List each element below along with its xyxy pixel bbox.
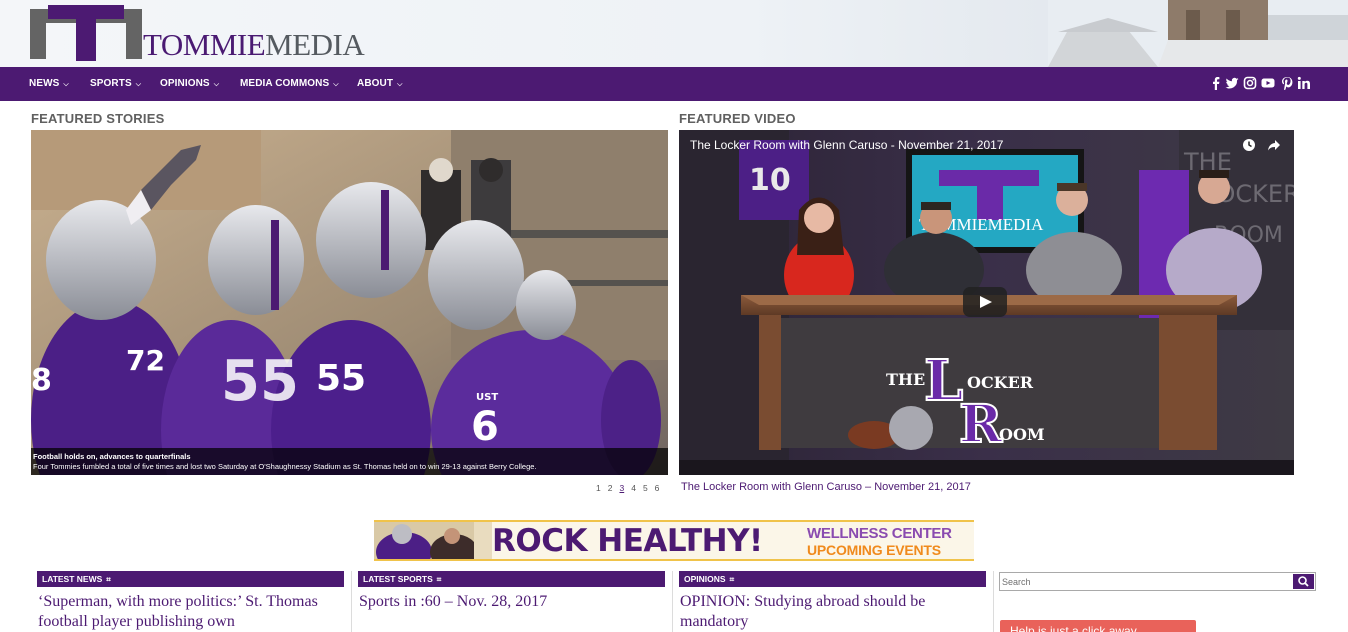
nav-label: ABOUT (357, 78, 394, 89)
featured-story-caption: Football holds on, advances to quarterfi… (31, 448, 668, 475)
svg-text:55: 55 (316, 358, 366, 399)
featured-stories-heading: FEATURED STORIES (31, 111, 165, 126)
chevron-down-icon: ⌵ (135, 81, 142, 88)
latest-news-heading[interactable]: LATEST NEWS ⌗ (37, 571, 344, 587)
page-link-active[interactable]: 3 (619, 483, 624, 493)
rss-icon[interactable]: ⌗ (106, 575, 111, 584)
svg-text:6: 6 (471, 404, 499, 450)
featured-video-link[interactable]: The Locker Room with Glenn Caruso – Nove… (681, 481, 971, 493)
nav-item-opinions[interactable]: OPINIONS ⌵ (160, 67, 219, 101)
nav-item-news[interactable]: NEWS ⌵ (29, 67, 69, 101)
svg-text:72: 72 (126, 344, 165, 377)
search-input[interactable] (1002, 574, 1287, 589)
main-navigation: NEWS ⌵ SPORTS ⌵ OPINIONS ⌵ MEDIA COMMONS ⌵ A… (0, 67, 1348, 101)
page-link[interactable]: 6 (655, 483, 660, 493)
featured-story-photo: 55 55 72 6 UST 8 (31, 130, 668, 475)
chevron-down-icon: ⌵ (333, 81, 339, 88)
banner-photo (374, 522, 492, 559)
page-link[interactable]: 1 (596, 483, 601, 493)
svg-text:8: 8 (31, 363, 52, 398)
video-title[interactable]: The Locker Room with Glenn Caruso - Nove… (690, 138, 1003, 152)
video-player[interactable]: THE LOCKER ROOM 10 TOMMIEMEDIA THE L OCK… (679, 130, 1294, 475)
column-heading-label: OPINIONS (684, 574, 726, 584)
nav-item-sports[interactable]: SPORTS ⌵ (90, 67, 141, 101)
column-divider (993, 571, 994, 632)
featured-video-heading: FEATURED VIDEO (679, 111, 796, 126)
chevron-down-icon: ⌵ (63, 81, 69, 88)
banner-headline: ROCK HEALTHY! (492, 523, 763, 559)
featured-story-slide[interactable]: 55 55 72 6 UST 8 Football holds on, adva… (31, 130, 668, 475)
svg-text:10: 10 (749, 163, 791, 198)
rss-icon[interactable]: ⌗ (730, 575, 735, 584)
opinions-headline[interactable]: OPINION: Studying abroad should be manda… (680, 592, 980, 632)
search-box (999, 572, 1316, 591)
tommiemedia-logo-mark (30, 5, 142, 61)
search-button[interactable] (1293, 574, 1314, 589)
column-divider (672, 571, 673, 632)
rock-healthy-banner[interactable]: ROCK HEALTHY! WELLNESS CENTER UPCOMING E… (374, 520, 974, 561)
column-heading-label: LATEST SPORTS (363, 574, 433, 584)
nav-label: MEDIA COMMONS (240, 78, 330, 89)
latest-news-headline[interactable]: ‘Superman, with more politics:’ St. Thom… (38, 592, 338, 632)
banner-line-1: WELLNESS CENTER (807, 525, 952, 542)
featured-story-title[interactable]: Football holds on, advances to quarterfi… (33, 452, 666, 462)
svg-text:L: L (924, 348, 963, 414)
site-logo[interactable]: TOMMIEMEDIA (30, 5, 365, 63)
share-icon[interactable] (1267, 138, 1281, 152)
column-divider (351, 571, 352, 632)
desk-text: OOM (999, 425, 1045, 444)
svg-text:R: R (959, 394, 1003, 455)
opinions-heading[interactable]: OPINIONS ⌗ (679, 571, 986, 587)
search-icon (1298, 576, 1309, 587)
desk-text: OCKER (967, 373, 1034, 392)
page-link[interactable]: 4 (631, 483, 636, 493)
nav-label: OPINIONS (160, 78, 210, 89)
nav-item-media-commons[interactable]: MEDIA COMMONS ⌵ (240, 67, 339, 101)
play-button-icon[interactable] (963, 287, 1007, 317)
nav-item-about[interactable]: ABOUT ⌵ (357, 67, 402, 101)
chevron-down-icon: ⌵ (213, 81, 220, 88)
svg-text:55: 55 (221, 349, 299, 414)
desk-text: THE (886, 370, 925, 389)
site-header: TOMMIEMEDIA (0, 0, 1348, 67)
page-link[interactable]: 2 (608, 483, 613, 493)
featured-story-summary: Four Tommies fumbled a total of five tim… (33, 462, 537, 471)
column-heading-label: LATEST NEWS (42, 574, 103, 584)
svg-text:UST: UST (476, 392, 498, 403)
logo-wordmark: TOMMIEMEDIA (143, 27, 365, 63)
help-button[interactable]: Help is just a click away (1000, 620, 1196, 632)
logo-word-media: MEDIA (265, 27, 365, 62)
rss-icon[interactable]: ⌗ (437, 575, 442, 584)
latest-sports-heading[interactable]: LATEST SPORTS ⌗ (358, 571, 665, 587)
header-background-building (1048, 0, 1348, 67)
page-link[interactable]: 5 (643, 483, 648, 493)
slider-pagination: 123456 (596, 483, 666, 493)
chevron-down-icon: ⌵ (397, 81, 403, 88)
latest-sports-headline[interactable]: Sports in :60 – Nov. 28, 2017 (359, 592, 659, 612)
nav-label: SPORTS (90, 78, 132, 89)
nav-label: NEWS (29, 78, 60, 89)
watch-later-icon[interactable] (1242, 138, 1256, 152)
banner-line-2: UPCOMING EVENTS (807, 542, 941, 558)
logo-word-tommie: TOMMIE (143, 27, 266, 62)
